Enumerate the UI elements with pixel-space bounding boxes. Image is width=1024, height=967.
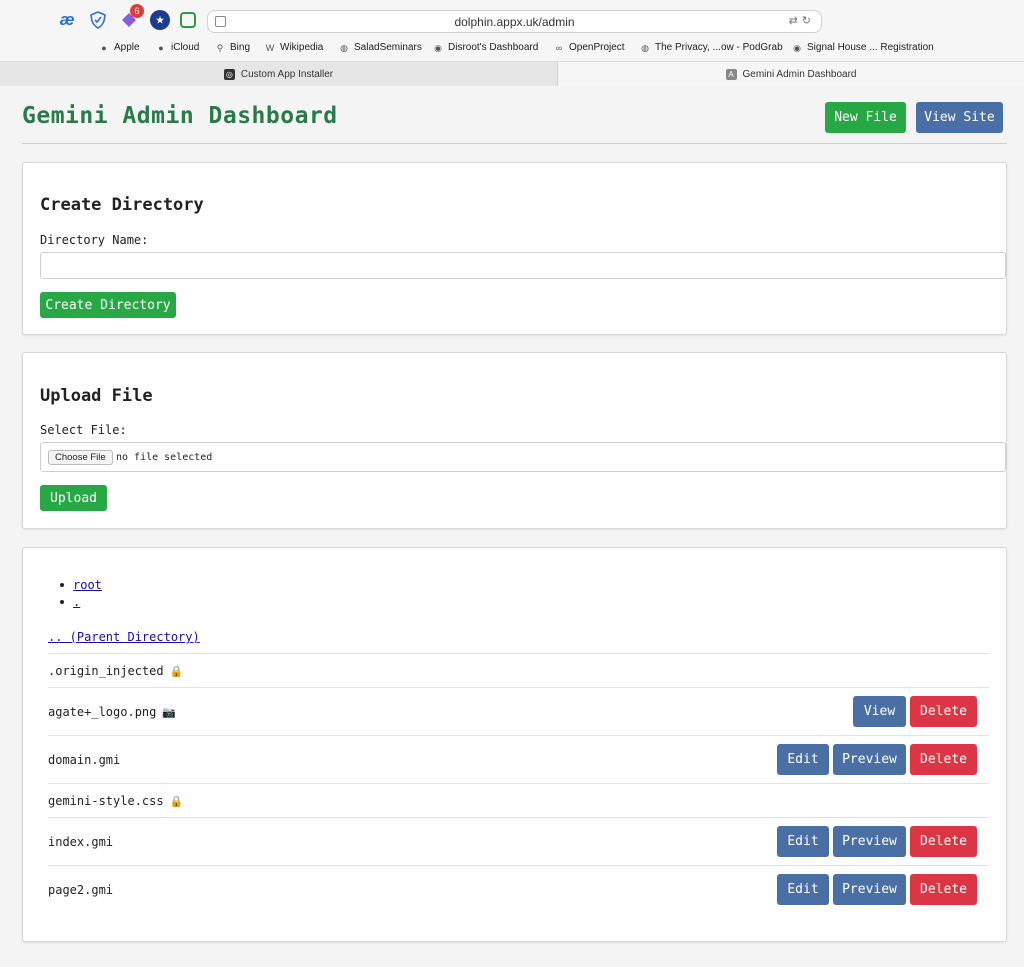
translate-reload-icons[interactable]: ⇄↻	[789, 14, 815, 27]
edit-button[interactable]: Edit	[777, 826, 829, 857]
bookmark-disroot[interactable]: ◉ Disroot's Dashboard	[433, 42, 538, 53]
file-row: page2.gmi Edit Preview Delete	[48, 865, 989, 913]
select-file-label: Select File:	[40, 423, 127, 437]
sheet-extension-icon[interactable]	[180, 12, 196, 28]
delete-button[interactable]: Delete	[910, 874, 977, 905]
file-row: domain.gmi Edit Preview Delete	[48, 735, 989, 783]
bookmark-apple[interactable]: ● Apple	[99, 42, 139, 53]
upload-file-heading: Upload File	[40, 386, 153, 406]
edit-button[interactable]: Edit	[777, 744, 829, 775]
bookmark-wikipedia[interactable]: W Wikipedia	[265, 42, 324, 53]
breadcrumb-item: .	[60, 593, 102, 610]
app-installer-icon: ◎	[223, 68, 235, 80]
bullet	[60, 599, 64, 604]
browser-toolbar: æ 6 ★ dolphin.appx.uk/admin ⇄↻	[0, 4, 1024, 34]
page-header: Gemini Admin Dashboard New File View Sit…	[22, 85, 1007, 144]
file-name: .origin_injected 🔒	[48, 663, 184, 678]
tab-gemini-admin-dashboard[interactable]: A Gemini Admin Dashboard	[558, 62, 1024, 86]
letter-a-icon: A	[725, 68, 737, 80]
file-list: .origin_injected 🔒 agate+_logo.png 📷 View …	[48, 653, 989, 913]
bookmark-bing[interactable]: ⚲ Bing	[215, 42, 250, 53]
bookmark-saladseminars[interactable]: ◍ SaladSeminars	[339, 42, 422, 53]
no-file-selected-text: no file selected	[116, 452, 213, 463]
upload-button[interactable]: Upload	[40, 485, 107, 511]
file-row: .origin_injected 🔒	[48, 653, 989, 687]
file-actions: Edit Preview Delete	[777, 744, 977, 775]
browser-chrome: æ 6 ★ dolphin.appx.uk/admin ⇄↻ ● Apple ● i…	[0, 0, 1024, 86]
signal-house-icon: ◉	[793, 42, 801, 53]
address-bar[interactable]: dolphin.appx.uk/admin ⇄↻	[207, 10, 822, 33]
tab-strip: ◎ Custom App Installer A Gemini Admin Da…	[0, 61, 1024, 86]
breadcrumb: root .	[60, 576, 102, 610]
preview-button[interactable]: Preview	[833, 744, 906, 775]
bookmark-openproject[interactable]: ∞ OpenProject	[554, 42, 625, 53]
create-directory-card: Create Directory Directory Name: Create …	[22, 162, 1007, 335]
delete-button[interactable]: Delete	[910, 696, 977, 727]
bullet	[60, 582, 64, 587]
breadcrumb-link-current[interactable]: .	[73, 595, 80, 609]
openproject-icon: ∞	[555, 42, 563, 53]
lock-icon: 🔒	[169, 664, 184, 678]
file-browser-card: root . .. (Parent Directory) .origin_inj…	[22, 547, 1007, 942]
parent-directory-link[interactable]: .. (Parent Directory)	[48, 630, 200, 644]
file-name: page2.gmi	[48, 882, 114, 897]
delete-button[interactable]: Delete	[910, 744, 977, 775]
file-row: index.gmi Edit Preview Delete	[48, 817, 989, 865]
preview-button[interactable]: Preview	[833, 826, 906, 857]
globe-icon: ◍	[340, 42, 348, 53]
preview-button[interactable]: Preview	[833, 874, 906, 905]
create-directory-heading: Create Directory	[40, 195, 204, 215]
disroot-icon: ◉	[434, 42, 442, 53]
eu-globe-extension-icon[interactable]: ★	[150, 10, 170, 30]
breadcrumb-link-root[interactable]: root	[73, 578, 102, 592]
file-actions: Edit Preview Delete	[777, 874, 977, 905]
view-site-button[interactable]: View Site	[916, 102, 1003, 133]
ae-extension-icon[interactable]: æ	[57, 10, 77, 30]
bookmark-icloud[interactable]: ● iCloud	[156, 42, 199, 53]
file-name: agate+_logo.png 📷	[48, 704, 177, 719]
bookmark-podgrab[interactable]: ◍ The Privacy, ...ow - PodGrab	[640, 42, 783, 53]
wikipedia-icon: W	[265, 42, 275, 53]
extension-badge: 6	[130, 4, 144, 18]
tab-custom-app-installer[interactable]: ◎ Custom App Installer	[0, 62, 558, 86]
bookmarks-bar: ● Apple ● iCloud ⚲ Bing W Wikipedia ◍ SaladSe…	[0, 40, 1024, 58]
file-input[interactable]: Choose File no file selected	[40, 442, 1006, 472]
file-row: gemini-style.css 🔒	[48, 783, 989, 817]
upload-file-card: Upload File Select File: Choose File no …	[22, 352, 1007, 529]
url-text[interactable]: dolphin.appx.uk/admin	[208, 15, 821, 29]
new-file-button[interactable]: New File	[825, 102, 906, 133]
page-title: Gemini Admin Dashboard	[22, 103, 338, 129]
shield-extension-icon[interactable]	[88, 10, 108, 30]
breadcrumb-item: root	[60, 576, 102, 593]
choose-file-button[interactable]: Choose File	[48, 450, 113, 465]
file-actions: View Delete	[853, 696, 977, 727]
globe-icon: ◍	[641, 42, 649, 53]
file-row: agate+_logo.png 📷 View Delete	[48, 687, 989, 735]
search-icon: ⚲	[216, 42, 224, 53]
file-name: index.gmi	[48, 834, 114, 849]
apple-icon: ●	[101, 42, 107, 53]
directory-name-input[interactable]	[40, 252, 1006, 279]
view-button[interactable]: View	[853, 696, 906, 727]
file-name: gemini-style.css 🔒	[48, 793, 184, 808]
admin-page: Gemini Admin Dashboard New File View Sit…	[22, 85, 1007, 942]
apple-icon: ●	[158, 42, 164, 53]
lock-icon: 🔒	[169, 794, 184, 808]
camera-icon: 📷	[162, 705, 177, 719]
file-actions: Edit Preview Delete	[777, 826, 977, 857]
create-directory-button[interactable]: Create Directory	[40, 292, 176, 318]
file-name: domain.gmi	[48, 752, 121, 767]
edit-button[interactable]: Edit	[777, 874, 829, 905]
bookmark-signal-house[interactable]: ◉ Signal House ... Registration	[792, 42, 934, 53]
directory-name-label: Directory Name:	[40, 233, 149, 247]
delete-button[interactable]: Delete	[910, 826, 977, 857]
